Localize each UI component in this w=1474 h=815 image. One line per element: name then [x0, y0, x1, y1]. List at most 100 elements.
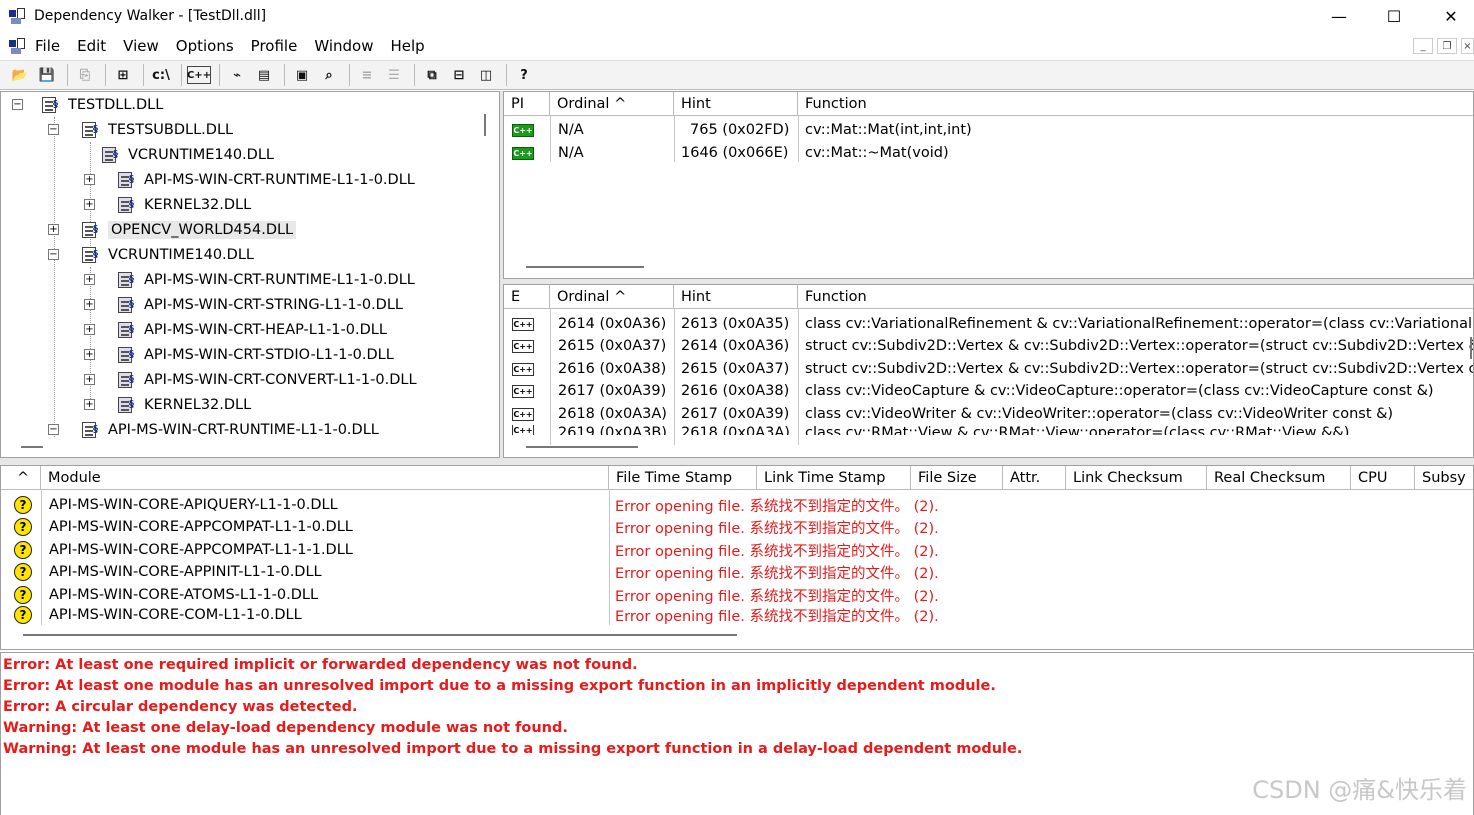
tree-node-root[interactable]: − § TESTDLL.DLL [12, 92, 163, 117]
collapse-icon[interactable]: − [48, 124, 59, 135]
tree-node-selected[interactable]: + § OPENCV_WORLD454.DLL [48, 217, 297, 242]
col-e[interactable]: E [504, 285, 550, 309]
expand-node-icon[interactable]: + [84, 399, 95, 410]
expand-node-icon[interactable]: + [84, 324, 95, 335]
col-real-checksum[interactable]: Real Checksum [1207, 466, 1351, 490]
tree-node[interactable]: + § KERNEL32.DLL [84, 192, 251, 217]
tile-h-icon[interactable]: ⊟ [447, 63, 471, 87]
col-sort[interactable]: ^ [1, 466, 41, 490]
export-ordinal: 2614 (0x0A36) [558, 316, 667, 332]
tree-node[interactable]: + § API-MS-WIN-CRT-RUNTIME-L1-1-0.DLL [84, 267, 415, 292]
modules-hscroll[interactable] [23, 634, 737, 636]
path-icon[interactable]: c:\ [149, 63, 173, 87]
col-file-size[interactable]: File Size [911, 466, 1003, 490]
expand-node-icon[interactable]: + [48, 224, 59, 235]
expand-node-icon[interactable]: + [84, 349, 95, 360]
export-hint: 2615 (0x0A37) [681, 361, 790, 377]
mdi-minimize-button[interactable]: _ [1413, 38, 1433, 54]
minimize-button[interactable]: — [1316, 0, 1362, 32]
module-icon: § [118, 296, 138, 313]
help-icon[interactable]: ? [512, 63, 536, 87]
col-module[interactable]: Module [41, 466, 609, 490]
maximize-button[interactable]: ☐ [1371, 0, 1417, 32]
tree-node[interactable]: − § TESTSUBDLL.DLL [48, 117, 233, 142]
menu-help[interactable]: Help [390, 37, 433, 55]
col-pi[interactable]: PI [504, 92, 550, 116]
print-icon[interactable]: ▣ [290, 63, 314, 87]
module-list-pane[interactable]: ^ Module File Time Stamp Link Time Stamp… [0, 465, 1474, 650]
col-ordinal[interactable]: Ordinal ^ [550, 92, 674, 116]
collapse-icon[interactable]: − [48, 424, 59, 435]
mdi-restore-button[interactable]: ❐ [1437, 38, 1457, 54]
expand-node-icon[interactable]: + [84, 174, 95, 185]
tree-node[interactable]: + § API-MS-WIN-CRT-STRING-L1-1-0.DLL [84, 292, 403, 317]
exports-pane[interactable]: E Ordinal ^ Hint Function C++ 2614 (0x0A… [503, 284, 1474, 458]
col-file-time-stamp[interactable]: File Time Stamp [609, 466, 757, 490]
tree-hscroll[interactable] [21, 446, 43, 448]
close-button[interactable]: ✕ [1428, 0, 1474, 32]
col-ordinal[interactable]: Ordinal ^ [550, 285, 674, 309]
tree-node[interactable]: + § KERNEL32.DLL [84, 392, 251, 417]
col-link-time-stamp[interactable]: Link Time Stamp [757, 466, 911, 490]
props-icon[interactable]: ▤ [252, 63, 276, 87]
collapse-icon[interactable]: − [12, 99, 23, 110]
search-icon[interactable]: ⌕ [317, 63, 341, 87]
tree-node[interactable]: § VCRUNTIME140.DLL [102, 142, 274, 167]
menu-options[interactable]: Options [176, 37, 243, 55]
col-link-checksum[interactable]: Link Checksum [1066, 466, 1207, 490]
module-icon: § [42, 96, 62, 113]
col-cpu[interactable]: CPU [1351, 466, 1415, 490]
menu-window[interactable]: Window [314, 37, 382, 55]
cpp-icon: C++ [512, 407, 534, 421]
log-pane[interactable]: Error: At least one required implicit or… [0, 652, 1474, 815]
expand-node-icon[interactable]: + [84, 374, 95, 385]
menu-profile[interactable]: Profile [251, 37, 307, 55]
list-icon[interactable]: ≡ [355, 63, 379, 87]
tree-node[interactable]: + § API-MS-WIN-CRT-HEAP-L1-1-0.DLL [84, 317, 387, 342]
module-status: Error opening file. 系统找不到指定的文件。 (2). [615, 520, 939, 537]
tile-v-icon[interactable]: ◫ [474, 63, 498, 87]
graph-icon[interactable]: ⌁ [225, 63, 249, 87]
save-icon[interactable]: 💾 [35, 63, 59, 87]
col-attr[interactable]: Attr. [1003, 466, 1066, 490]
col-hint[interactable]: Hint [674, 285, 798, 309]
menu-view[interactable]: View [123, 37, 168, 55]
exports-hscroll[interactable] [526, 446, 638, 448]
menu-file[interactable]: File [35, 37, 69, 55]
col-function[interactable]: Function [798, 285, 1473, 309]
list2-icon[interactable]: ☰ [382, 63, 406, 87]
export-ordinal: 2619 (0x0A3B) [558, 425, 667, 435]
module-icon: § [102, 146, 122, 163]
export-function: struct cv::Subdiv2D::Vertex & cv::Subdiv… [805, 361, 1474, 377]
collapse-icon[interactable]: − [48, 249, 59, 260]
tree-node[interactable]: + § API-MS-WIN-CRT-CONVERT-L1-1-0.DLL [84, 367, 417, 392]
cascade-icon[interactable]: ⧉ [420, 63, 444, 87]
toolbar: 📂 💾 ⎘ ⊞ c:\ C++ ⌁ ▤ ▣ ⌕ ≡ ☰ ⧉ ⊟ ◫ ? [0, 60, 1474, 90]
tree-node[interactable]: − § VCRUNTIME140.DLL [48, 242, 254, 267]
document-icon[interactable] [9, 38, 27, 54]
expand-icon[interactable]: ⊞ [111, 63, 135, 87]
mdi-close-button[interactable]: × [1461, 38, 1474, 54]
imports-pane[interactable]: PI Ordinal ^ Hint Function C++ N/A 765 (… [503, 91, 1474, 279]
col-subsystem[interactable]: Subsy [1415, 466, 1473, 490]
expand-node-icon[interactable]: + [84, 299, 95, 310]
cpp-icon[interactable]: C++ [187, 66, 211, 84]
col-hint[interactable]: Hint [674, 92, 798, 116]
tree-node[interactable]: + § API-MS-WIN-CRT-STDIO-L1-1-0.DLL [84, 342, 394, 367]
module-tree-pane[interactable]: − § TESTDLL.DLL − § TESTSUBDLL.DLL § VCR… [0, 91, 500, 458]
menu-edit[interactable]: Edit [77, 37, 115, 55]
exports-vscroll[interactable] [1470, 337, 1472, 359]
expand-node-icon[interactable]: + [84, 199, 95, 210]
question-icon: ? [14, 516, 32, 538]
col-function[interactable]: Function [798, 92, 1473, 116]
horizontal-splitter[interactable] [0, 458, 1474, 465]
expand-node-icon[interactable]: + [84, 274, 95, 285]
copy-icon[interactable]: ⎘ [73, 63, 97, 87]
cpp-green-icon: C++ [512, 123, 534, 137]
tree-node[interactable]: + § API-MS-WIN-CRT-RUNTIME-L1-1-0.DLL [84, 167, 415, 192]
tree-vscroll[interactable] [484, 114, 486, 136]
tree-node[interactable]: − § API-MS-WIN-CRT-RUNTIME-L1-1-0.DLL [48, 417, 379, 442]
export-function: class cv::VariationalRefinement & cv::Va… [805, 316, 1473, 332]
open-icon[interactable]: 📂 [8, 63, 32, 87]
imports-hscroll[interactable] [526, 266, 644, 268]
